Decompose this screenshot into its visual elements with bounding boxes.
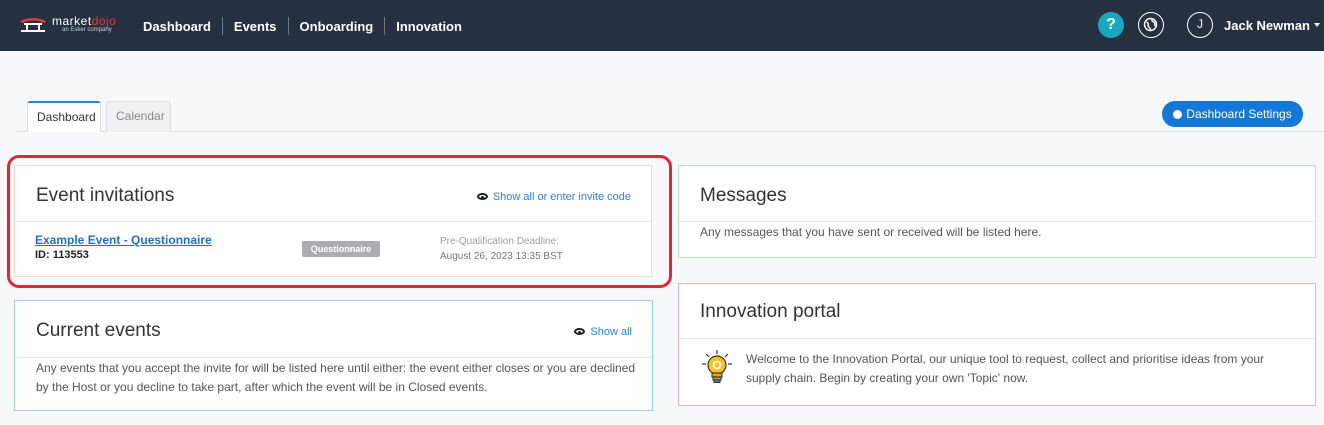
logo-icon xyxy=(20,18,46,32)
highlight-outline xyxy=(7,155,672,288)
card-title: Messages xyxy=(700,185,787,206)
top-navbar: marketdojo an Esker company Dashboard Ev… xyxy=(0,0,1324,51)
logo-text: marketdojo xyxy=(52,14,117,28)
lightbulb-icon xyxy=(702,350,732,383)
brand-logo[interactable]: marketdojo an Esker company xyxy=(18,14,118,38)
innovation-portal-card: Innovation portal Welcome to the Innovat… xyxy=(678,283,1316,406)
main-nav: Dashboard Events Onboarding Innovation xyxy=(143,17,462,35)
caret-down-icon xyxy=(1314,23,1320,27)
innovation-text: Welcome to the Innovation Portal, our un… xyxy=(746,352,1265,385)
dashboard-settings-label: Dashboard Settings xyxy=(1186,107,1292,121)
gear-icon xyxy=(1173,110,1183,119)
nav-divider xyxy=(221,17,223,35)
tabs-divider xyxy=(16,131,1324,132)
user-name: Jack Newman xyxy=(1224,17,1310,33)
card-header: Current events Show all xyxy=(15,301,652,358)
messages-card: Messages Any messages that you have sent… xyxy=(678,165,1316,258)
logo-subtitle: an Esker company xyxy=(62,27,112,33)
user-menu[interactable]: J Jack Newman xyxy=(1187,12,1320,38)
nav-onboarding[interactable]: Onboarding xyxy=(300,19,374,34)
tab-dashboard[interactable]: Dashboard xyxy=(27,101,101,132)
nav-divider xyxy=(287,17,289,35)
card-header: Messages xyxy=(679,166,1315,222)
nav-events[interactable]: Events xyxy=(234,19,277,34)
card-title: Current events xyxy=(36,320,161,341)
nav-divider xyxy=(384,17,386,35)
globe-glyph xyxy=(1143,17,1158,32)
messages-text: Any messages that you have sent or recei… xyxy=(700,225,1042,239)
nav-dashboard[interactable]: Dashboard xyxy=(143,19,211,34)
dashboard-settings-button[interactable]: Dashboard Settings xyxy=(1162,101,1303,127)
globe-icon[interactable] xyxy=(1138,12,1164,38)
current-events-text: Any events that you accept the invite fo… xyxy=(36,361,636,394)
nav-innovation[interactable]: Innovation xyxy=(396,19,462,34)
current-events-card: Current events Show all Any events that … xyxy=(14,300,653,411)
avatar: J xyxy=(1187,12,1213,38)
eye-icon xyxy=(574,328,586,335)
show-all-events-label: Show all xyxy=(590,326,632,338)
show-all-events-link[interactable]: Show all xyxy=(574,326,632,338)
card-title: Innovation portal xyxy=(700,301,841,322)
help-icon[interactable]: ? xyxy=(1098,12,1124,38)
card-header: Innovation portal xyxy=(679,284,1315,339)
tab-calendar[interactable]: Calendar xyxy=(106,101,171,132)
